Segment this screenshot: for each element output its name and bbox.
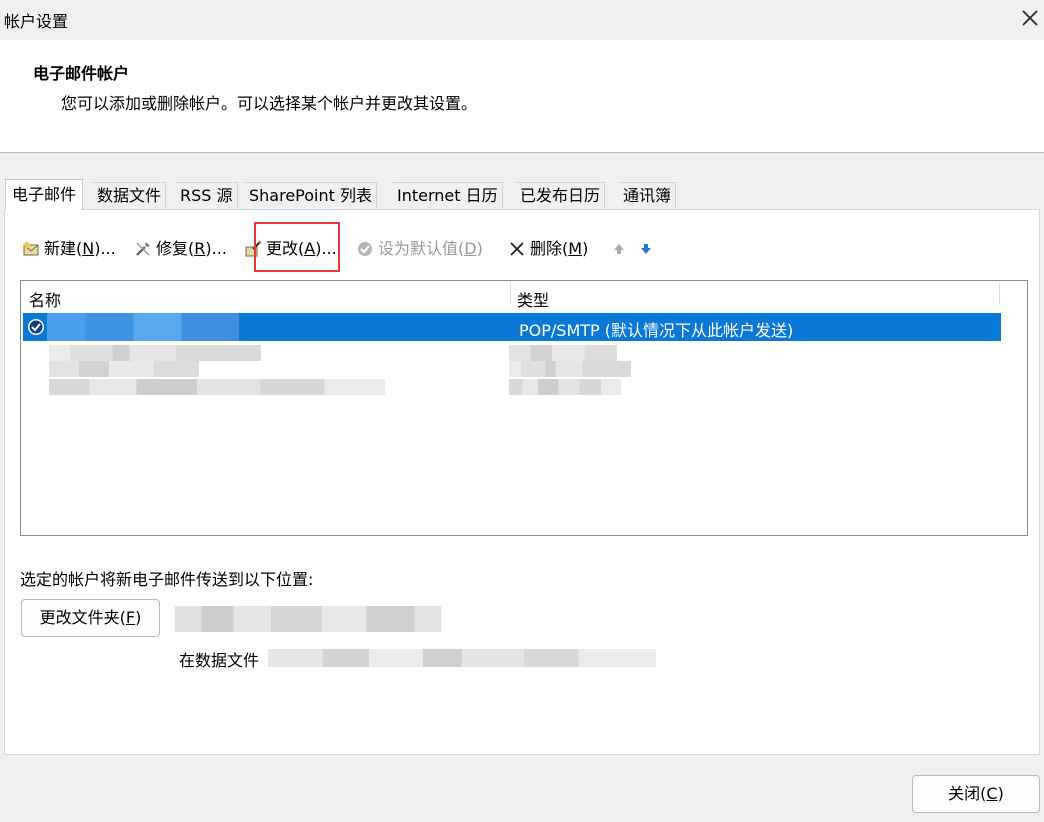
tab-published-calendars[interactable]: 已发布日历 [516,182,606,208]
set-default-button[interactable]: 设为默认值(D) [356,236,483,262]
redacted-data-file-path [268,649,656,667]
move-down-button[interactable] [637,236,659,262]
change-folder-button[interactable]: 更改文件夹(F) [21,599,160,637]
redacted-account-name [47,313,239,341]
move-up-button[interactable] [610,236,632,262]
header-panel: 电子邮件帐户 您可以添加或删除帐户。可以选择某个帐户并更改其设置。 [0,40,1044,153]
column-divider [999,283,1000,305]
column-header-name[interactable]: 名称 [29,287,61,311]
tab-rss-feeds[interactable]: RSS 源 [176,182,238,208]
tab-internet-calendars[interactable]: Internet 日历 [393,182,503,208]
data-file-label: 在数据文件 [179,651,260,670]
redacted-folder-path [175,606,441,632]
repair-account-button[interactable]: 修复(R)... [134,236,227,262]
remove-account-button[interactable]: 删除(M) [508,236,588,262]
redacted-account-type [509,379,621,395]
repair-icon [134,240,152,258]
redacted-account-name [49,379,385,395]
window-title: 帐户设置 [4,12,69,31]
tab-data-files[interactable]: 数据文件 [93,182,167,208]
set-default-icon [356,240,374,258]
accounts-list[interactable]: 名称 类型 POP/SMTP (默认情况下从此帐户发送) [20,280,1028,536]
redacted-account-name [49,361,199,377]
new-account-icon [22,240,40,258]
move-down-icon [637,240,655,258]
header-title: 电子邮件帐户 [33,64,130,83]
default-account-check-icon [27,318,45,340]
new-account-button[interactable]: 新建(N)... [22,236,116,262]
account-type: POP/SMTP (默认情况下从此帐户发送) [519,321,794,340]
redacted-account-type [509,345,617,361]
delivery-location-label: 选定的帐户将新电子邮件传送到以下位置: [20,570,314,589]
header-description: 您可以添加或删除帐户。可以选择某个帐户并更改其设置。 [61,94,478,113]
close-icon[interactable] [1018,6,1042,30]
tab-email[interactable]: 电子邮件 [5,179,84,210]
column-header-type[interactable]: 类型 [517,287,549,311]
change-account-button[interactable]: 更改(A)... [244,236,337,262]
remove-icon [508,240,526,258]
tab-address-books[interactable]: 通讯簿 [619,182,677,208]
redacted-account-type [509,361,631,377]
move-up-icon [610,240,628,258]
title-bar: 帐户设置 [0,0,1044,40]
redacted-account-name [49,345,261,361]
close-button[interactable]: 关闭(C) [912,775,1040,813]
change-icon [244,240,262,258]
column-divider [510,283,511,305]
tab-sharepoint-lists[interactable]: SharePoint 列表 [245,182,377,208]
table-row[interactable]: POP/SMTP (默认情况下从此帐户发送) [23,313,1001,341]
